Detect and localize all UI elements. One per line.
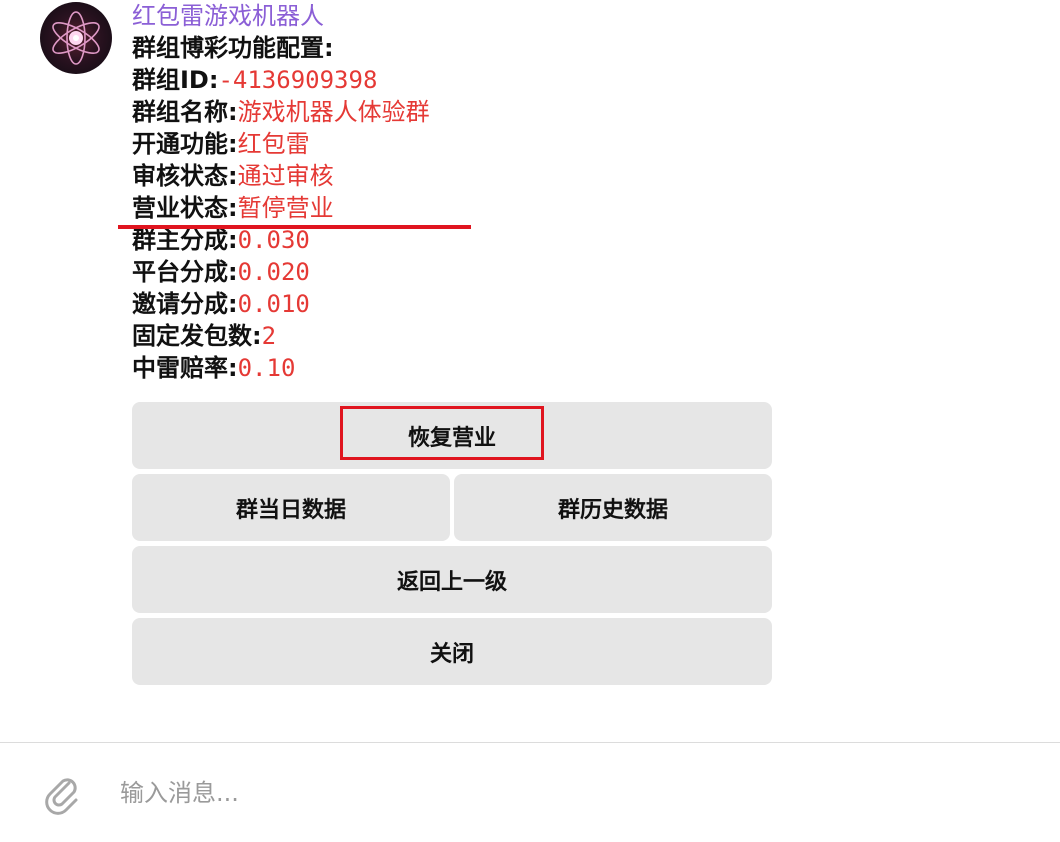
config-heading: 群组博彩功能配置: xyxy=(132,34,334,62)
group-history-data-button[interactable]: 群历史数据 xyxy=(454,474,772,541)
field-business-status: 营业状态:暂停营业 xyxy=(132,192,772,224)
field-label: 平台分成: xyxy=(132,258,238,286)
button-label: 关闭 xyxy=(429,641,474,667)
field-value: 0.10 xyxy=(237,354,296,382)
field-value: 游戏机器人体验群 xyxy=(237,98,430,126)
button-label: 返回上一级 xyxy=(396,569,507,595)
bot-avatar[interactable] xyxy=(40,2,112,74)
field-label: 群组名称: xyxy=(132,98,238,126)
button-label: 恢复营业 xyxy=(407,425,496,451)
field-value: 通过审核 xyxy=(237,162,334,190)
field-value: 0.020 xyxy=(237,258,310,286)
bot-message: 红包雷游戏机器人 群组博彩功能配置: 群组ID:-4136909398 群组名称… xyxy=(132,0,772,384)
field-value: 0.030 xyxy=(237,226,310,254)
field-label: 邀请分成: xyxy=(132,290,238,318)
button-label: 群当日数据 xyxy=(235,497,346,523)
message-input[interactable] xyxy=(120,773,1020,813)
field-label: 群主分成: xyxy=(132,226,238,254)
field-mine-odds: 中雷赔率:0.10 xyxy=(132,352,772,384)
field-group-name: 群组名称:游戏机器人体验群 xyxy=(132,96,772,128)
field-value: -4136909398 xyxy=(218,66,378,94)
field-group-id: 群组ID:-4136909398 xyxy=(132,64,772,96)
field-packet-count: 固定发包数:2 xyxy=(132,320,772,352)
annotation-underline xyxy=(118,225,471,229)
field-label: 审核状态: xyxy=(132,162,238,190)
message-composer xyxy=(0,743,1060,842)
atom-icon xyxy=(52,11,100,65)
field-feature: 开通功能:红包雷 xyxy=(132,128,772,160)
button-label: 群历史数据 xyxy=(557,497,668,523)
resume-business-button[interactable]: 恢复营业 xyxy=(132,402,772,469)
close-button[interactable]: 关闭 xyxy=(132,618,772,685)
field-value: 2 xyxy=(261,322,277,350)
bot-name[interactable]: 红包雷游戏机器人 xyxy=(132,0,772,32)
field-platform-share: 平台分成:0.020 xyxy=(132,256,772,288)
field-label: 营业状态: xyxy=(132,194,238,222)
inline-keyboard: 恢复营业 群当日数据 群历史数据 返回上一级 关闭 xyxy=(132,402,772,690)
field-label: 中雷赔率: xyxy=(132,354,238,382)
field-review-status: 审核状态:通过审核 xyxy=(132,160,772,192)
group-today-data-button[interactable]: 群当日数据 xyxy=(132,474,450,541)
field-label: 固定发包数: xyxy=(132,322,262,350)
field-value: 红包雷 xyxy=(237,130,310,158)
paperclip-icon[interactable] xyxy=(38,769,86,817)
field-invite-share: 邀请分成:0.010 xyxy=(132,288,772,320)
field-value: 0.010 xyxy=(237,290,310,318)
field-value: 暂停营业 xyxy=(237,194,334,222)
field-label: 群组ID: xyxy=(132,66,219,94)
field-label: 开通功能: xyxy=(132,130,238,158)
back-button[interactable]: 返回上一级 xyxy=(132,546,772,613)
